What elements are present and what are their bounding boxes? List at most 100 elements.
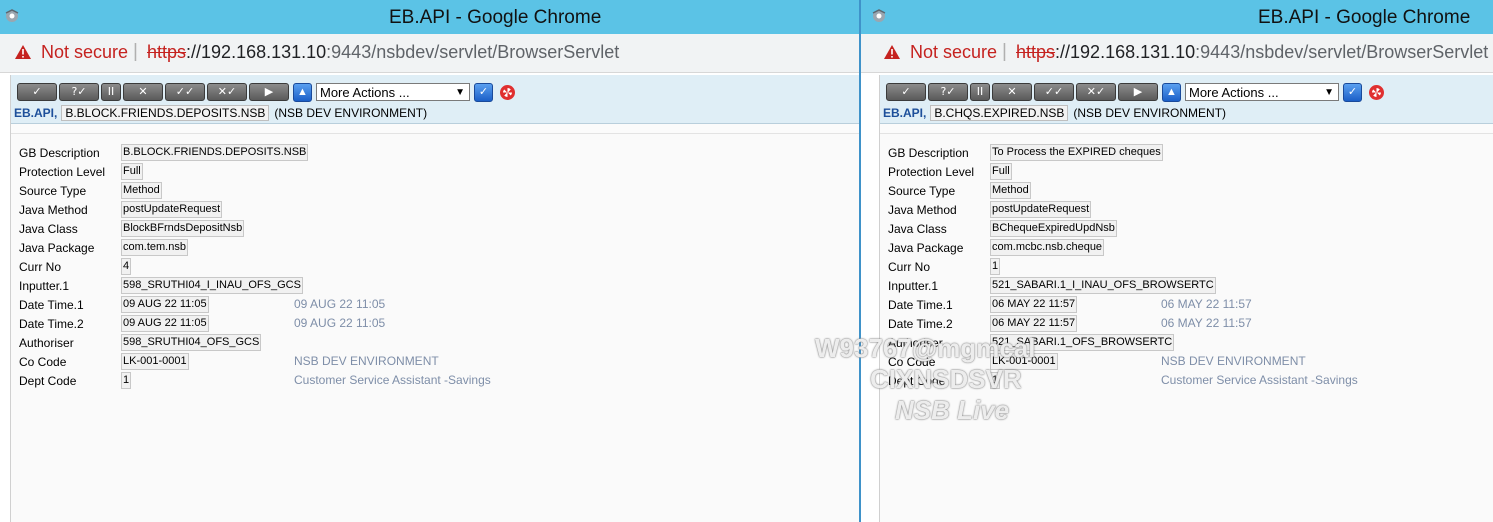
field-label: Dept Code	[888, 374, 946, 388]
field-value[interactable]: 598_SRUTHI04_OFS_GCS	[121, 334, 262, 351]
more-actions-select[interactable]: More Actions ... ▼	[1185, 83, 1339, 101]
field-label: Date Time.1	[888, 298, 953, 312]
go-check-icon[interactable]: ✓	[1343, 82, 1362, 102]
title-bar[interactable]: EB.API - Google Chrome	[0, 0, 859, 34]
field-value[interactable]: 06 MAY 22 11:57	[990, 296, 1078, 313]
hold-button[interactable]: II	[101, 83, 121, 101]
help-validate-button[interactable]: ?✓	[59, 83, 99, 101]
breadcrumb: EB.API, B.CHQS.EXPIRED.NSB (NSB DEV ENVI…	[883, 105, 1226, 121]
field-label: Co Code	[888, 355, 936, 369]
field-value[interactable]: 06 MAY 22 11:57	[990, 315, 1078, 332]
field-value[interactable]: BlockBFrndsDepositNsb	[121, 220, 245, 237]
chevron-down-icon: ▼	[1324, 87, 1334, 98]
field-value[interactable]: 598_SRUTHI04_I_INAU_OFS_GCS	[121, 277, 303, 294]
field-value[interactable]: 09 AUG 22 11:05	[121, 296, 209, 313]
delete-button[interactable]: ✕	[992, 83, 1032, 101]
field-value[interactable]: postUpdateRequest	[990, 201, 1092, 218]
field-label: Source Type	[888, 184, 956, 198]
t24-toolbar: ✓ ?✓ II ✕ ✓✓ ✕✓ ▶ ▲ More Actions ... ▼ ✓	[886, 82, 1384, 102]
field-value[interactable]: LK-001-0001	[990, 353, 1058, 370]
help-lifebuoy-icon[interactable]	[1369, 84, 1384, 100]
field-value[interactable]: Full	[990, 163, 1012, 180]
address-separator: |	[133, 41, 138, 62]
reverse-button[interactable]: ✕✓	[207, 83, 247, 101]
field-value[interactable]: com.mcbc.nsb.cheque	[990, 239, 1105, 256]
application-name: EB.API,	[883, 106, 927, 120]
application-name: EB.API,	[14, 106, 58, 120]
field-value[interactable]: To Process the EXPIRED cheques	[990, 144, 1163, 161]
url-host: ://192.168.131.10	[1055, 42, 1196, 62]
chrome-window-right: EB.API - Google Chrome Not secure | http…	[861, 0, 1493, 522]
field-label: Protection Level	[19, 165, 106, 179]
validate-button[interactable]: ✓	[886, 83, 926, 101]
url-text[interactable]: https://192.168.131.10:9443/nsbdev/servl…	[147, 42, 619, 63]
field-enrichment: Customer Service Assistant -Savings	[1161, 373, 1358, 387]
field-enrichment: 06 MAY 22 11:57	[1161, 297, 1252, 311]
field-label: Inputter.1	[888, 279, 939, 293]
t24-pane: ✓ ?✓ II ✕ ✓✓ ✕✓ ▶ ▲ More Actions ... ▼ ✓ …	[879, 75, 1493, 522]
upload-icon[interactable]: ▲	[1162, 82, 1181, 102]
upload-icon[interactable]: ▲	[293, 82, 312, 102]
help-lifebuoy-icon[interactable]	[500, 84, 515, 100]
field-label: Co Code	[19, 355, 67, 369]
warning-icon	[884, 45, 900, 59]
next-button[interactable]: ▶	[1118, 83, 1158, 101]
not-secure-label[interactable]: Not secure	[910, 42, 997, 63]
field-label: Date Time.1	[19, 298, 84, 312]
field-value[interactable]: LK-001-0001	[121, 353, 189, 370]
field-enrichment: 06 MAY 22 11:57	[1161, 316, 1252, 330]
field-label: GB Description	[888, 146, 969, 160]
record-id: B.BLOCK.FRIENDS.DEPOSITS.NSB	[61, 105, 270, 121]
address-bar[interactable]: Not secure | https://192.168.131.10:9443…	[0, 34, 859, 73]
more-actions-value: More Actions ...	[1189, 85, 1279, 100]
authorise-button[interactable]: ✓✓	[1034, 83, 1074, 101]
field-label: Java Method	[888, 203, 957, 217]
more-actions-select[interactable]: More Actions ... ▼	[316, 83, 470, 101]
reverse-button[interactable]: ✕✓	[1076, 83, 1116, 101]
not-secure-label[interactable]: Not secure	[41, 42, 128, 63]
field-value[interactable]: Full	[121, 163, 143, 180]
title-bar[interactable]: EB.API - Google Chrome	[861, 0, 1493, 34]
more-actions-value: More Actions ...	[320, 85, 410, 100]
url-scheme: https	[1016, 42, 1056, 62]
validate-button[interactable]: ✓	[17, 83, 57, 101]
field-label: Date Time.2	[888, 317, 953, 331]
field-label: Java Package	[19, 241, 95, 255]
url-text[interactable]: https://192.168.131.10:9443/nsbdev/servl…	[1016, 42, 1488, 63]
field-label: Dept Code	[19, 374, 77, 388]
environment-label: (NSB DEV ENVIRONMENT)	[274, 106, 428, 120]
field-value[interactable]: 1	[990, 258, 1001, 275]
field-value[interactable]: 1	[121, 372, 132, 389]
field-label: Inputter.1	[19, 279, 70, 293]
field-label: Java Class	[19, 222, 78, 236]
field-value[interactable]: com.tem.nsb	[121, 239, 188, 256]
address-bar[interactable]: Not secure | https://192.168.131.10:9443…	[861, 34, 1493, 73]
record-content: GB Description To Process the EXPIRED che…	[880, 133, 1493, 522]
authorise-button[interactable]: ✓✓	[165, 83, 205, 101]
help-validate-button[interactable]: ?✓	[928, 83, 968, 101]
next-button[interactable]: ▶	[249, 83, 289, 101]
record-content: GB Description B.BLOCK.FRIENDS.DEPOSITS.N…	[11, 133, 859, 522]
go-check-icon[interactable]: ✓	[474, 82, 493, 102]
field-value[interactable]: Method	[990, 182, 1031, 199]
window-title: EB.API - Google Chrome	[389, 7, 602, 28]
field-label: Java Method	[19, 203, 88, 217]
url-path: :9443/nsbdev/servlet/BrowserServlet	[1195, 42, 1489, 62]
field-value[interactable]: postUpdateRequest	[121, 201, 223, 218]
hold-button[interactable]: II	[970, 83, 990, 101]
field-value[interactable]: 4	[121, 258, 132, 275]
field-value[interactable]: B.BLOCK.FRIENDS.DEPOSITS.NSB	[121, 144, 309, 161]
field-value[interactable]: 09 AUG 22 11:05	[121, 315, 209, 332]
chrome-app-icon	[5, 9, 19, 22]
field-value[interactable]: 1	[990, 372, 1001, 389]
field-value[interactable]: 521_SABARI.1_OFS_BROWSERTC	[990, 334, 1175, 351]
record-id: B.CHQS.EXPIRED.NSB	[930, 105, 1069, 121]
field-value[interactable]: BChequeExpiredUpdNsb	[990, 220, 1117, 237]
field-value[interactable]: 521_SABARI.1_I_INAU_OFS_BROWSERTC	[990, 277, 1216, 294]
field-enrichment: 09 AUG 22 11:05	[294, 316, 386, 330]
delete-button[interactable]: ✕	[123, 83, 163, 101]
field-label: Source Type	[19, 184, 87, 198]
t24-toolbar-area: ✓ ?✓ II ✕ ✓✓ ✕✓ ▶ ▲ More Actions ... ▼ ✓ …	[11, 75, 859, 124]
field-value[interactable]: Method	[121, 182, 162, 199]
environment-label: (NSB DEV ENVIRONMENT)	[1073, 106, 1227, 120]
